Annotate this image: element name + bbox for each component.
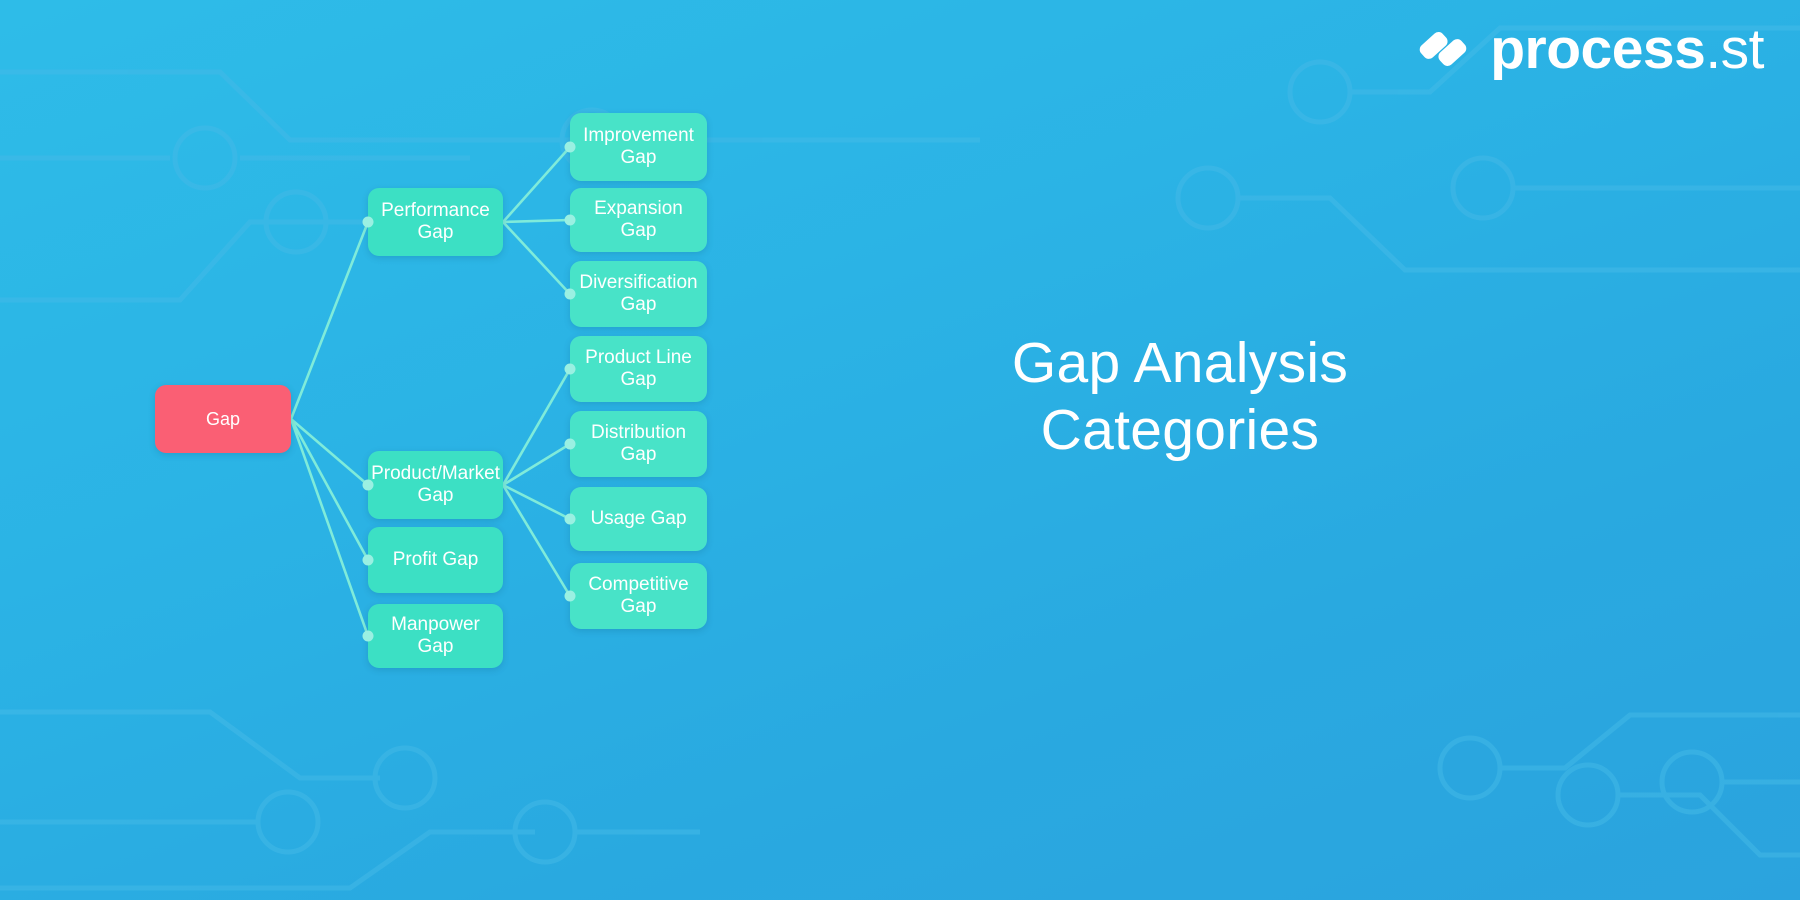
mindmap-leaf-node-0[interactable]: Improvement Gap — [570, 113, 707, 181]
branch-connector-dot-3 — [362, 630, 374, 642]
node-label-line-2: Gap — [620, 294, 657, 315]
branch-connector-dot-1 — [362, 479, 374, 491]
node-label-line-2: Gap — [620, 147, 657, 168]
mindmap-branch-node-3[interactable]: Manpower Gap — [368, 604, 503, 668]
node-label: Gap — [205, 408, 241, 429]
mindmap-leaf-node-1[interactable]: Expansion Gap — [570, 188, 707, 252]
mindmap-branch-node-0[interactable]: Performance Gap — [368, 188, 503, 256]
leaf-connector-dot-1 — [564, 214, 576, 226]
node-label-line-2: Gap — [620, 369, 657, 390]
node-label-line-1: Competitive — [588, 574, 689, 596]
node-label: Usage Gap — [590, 508, 686, 530]
node-label: Competitive Gap — [588, 574, 688, 617]
node-label-line-2: Gap — [620, 596, 657, 617]
branch-connector-dot-0 — [362, 216, 374, 228]
node-label-line-1: Usage Gap — [590, 508, 687, 530]
node-label: Performance Gap — [381, 200, 490, 243]
node-label: Distribution Gap — [591, 422, 686, 465]
mindmap-root-node[interactable]: Gap — [155, 385, 291, 453]
node-label-line-1: Expansion Gap — [594, 198, 683, 241]
mindmap-leaf-node-6[interactable]: Competitive Gap — [570, 563, 707, 629]
node-label-line-1: Profit Gap — [392, 549, 479, 571]
node-label-line-1: Manpower Gap — [391, 614, 480, 657]
node-label-line-1: Performance — [381, 200, 490, 222]
node-label: Product Line Gap — [585, 347, 692, 390]
leaf-connector-dot-6 — [564, 590, 576, 602]
mindmap-leaf-node-3[interactable]: Product Line Gap — [570, 336, 707, 402]
node-label-line-1: Diversification — [579, 272, 698, 294]
node-label-line-1: Product/Market — [371, 463, 500, 485]
mindmap-leaf-node-2[interactable]: Diversification Gap — [570, 261, 707, 327]
leaf-connector-dot-0 — [564, 141, 576, 153]
node-label: Manpower Gap — [376, 614, 495, 657]
mindmap-leaf-node-5[interactable]: Usage Gap — [570, 487, 707, 551]
node-label: Profit Gap — [393, 549, 479, 571]
node-label-line-1: Product Line — [585, 347, 692, 369]
node-label: Product/Market Gap — [371, 463, 500, 506]
mindmap-branch-node-1[interactable]: Product/Market Gap — [368, 451, 503, 519]
node-label: Expansion Gap — [578, 198, 699, 241]
node-label: Diversification Gap — [579, 272, 697, 315]
node-label-line-2: Gap — [417, 222, 454, 243]
node-label: Improvement Gap — [583, 125, 694, 168]
node-label-line-1: Distribution — [590, 422, 687, 444]
node-label-line-2: Gap — [417, 485, 454, 506]
leaf-connector-dot-4 — [564, 438, 576, 450]
mindmap-branch-node-2[interactable]: Profit Gap — [368, 527, 503, 593]
node-label-line-2: Gap — [620, 444, 657, 465]
mindmap-diagram: Gap Performance Gap Product/Market Gap Profit… — [0, 0, 1800, 900]
mindmap-leaf-node-4[interactable]: Distribution Gap — [570, 411, 707, 477]
leaf-connector-dot-5 — [564, 513, 576, 525]
leaf-connector-dot-2 — [564, 288, 576, 300]
node-label-line-1: Improvement — [583, 125, 694, 147]
leaf-connector-dot-3 — [564, 363, 576, 375]
branch-connector-dot-2 — [362, 554, 374, 566]
infographic-canvas: process.st Gap Analysis Categories Gap Pe… — [0, 0, 1800, 900]
